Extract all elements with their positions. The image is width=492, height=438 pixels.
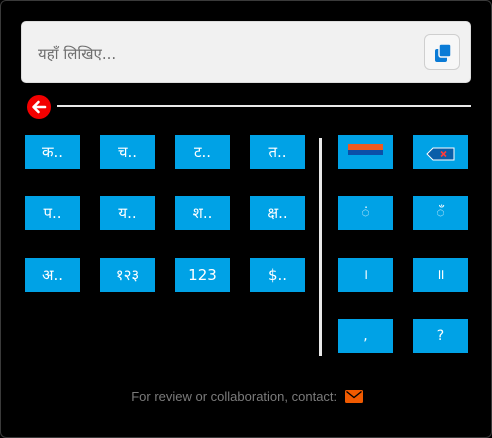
copy-button[interactable] (424, 34, 460, 70)
key-ksha-group[interactable]: क्ष.. (250, 196, 305, 230)
key-chandrabindu[interactable]: ँ (413, 196, 468, 230)
key-ka-group[interactable]: क.. (25, 135, 80, 169)
key-comma[interactable]: , (338, 319, 393, 353)
mail-icon[interactable] (344, 390, 363, 403)
key-danda[interactable]: । (338, 258, 393, 292)
keyboard-panel: क.. च.. ट.. त.. प.. य.. श.. क्ष.. अ.. १२… (0, 0, 492, 438)
key-ya-group[interactable]: य.. (100, 196, 155, 230)
key-question[interactable]: ? (413, 319, 468, 353)
key-vowels[interactable]: अ.. (25, 258, 80, 292)
backspace-key[interactable] (413, 135, 468, 169)
key-sha-group[interactable]: श.. (175, 196, 230, 230)
key-pa-group[interactable]: प.. (25, 196, 80, 230)
copy-icon (435, 43, 452, 62)
space-bar-icon (348, 144, 383, 155)
key-latin-numbers[interactable]: 123 (175, 258, 230, 292)
key-symbols[interactable]: $.. (250, 258, 305, 292)
footer-text: For review or collaboration, contact: (131, 389, 338, 404)
space-key[interactable] (338, 135, 393, 169)
text-input[interactable] (36, 36, 420, 72)
text-input-box (21, 21, 471, 83)
key-cha-group[interactable]: च.. (100, 135, 155, 169)
top-divider (57, 105, 471, 107)
footer: For review or collaboration, contact: (1, 389, 492, 407)
key-double-danda[interactable]: ॥ (413, 258, 468, 292)
key-devanagari-numbers[interactable]: १२३ (100, 258, 155, 292)
key-tta-group[interactable]: ट.. (175, 135, 230, 169)
key-ta-group[interactable]: त.. (250, 135, 305, 169)
vertical-divider (319, 138, 322, 356)
key-anusvara[interactable]: ं (338, 196, 393, 230)
backspace-icon (426, 147, 455, 161)
back-button[interactable] (27, 95, 51, 119)
arrow-left-icon (32, 100, 47, 114)
